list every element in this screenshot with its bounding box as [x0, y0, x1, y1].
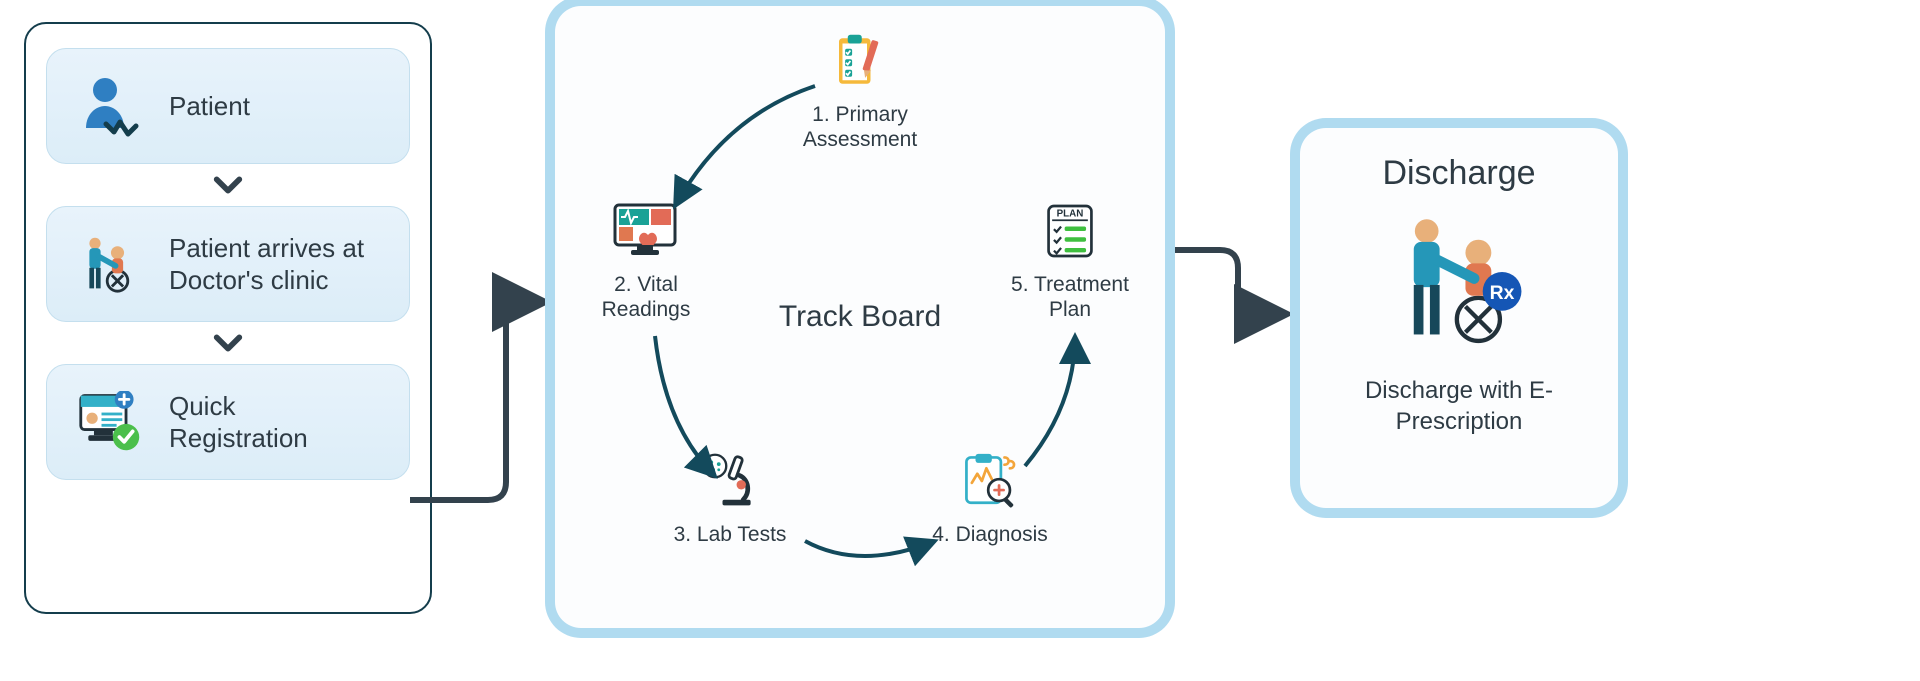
card-registration-label: Quick Registration	[169, 390, 381, 455]
wheelchair-icon	[75, 229, 145, 299]
node-label-1: 1. Primary Assessment	[785, 102, 935, 152]
track-board-title: Track Board	[779, 300, 941, 334]
node-label-4: 4. Diagnosis	[915, 522, 1065, 547]
arrow-down-2	[46, 322, 410, 364]
vitals-monitor-icon	[571, 196, 721, 266]
discharge-icon: Rx	[1394, 211, 1524, 361]
patient-intake-panel: Patient Patient arrives at Doctor's clin…	[24, 22, 432, 614]
node-treatment-plan: PLAN 5. Treatment Plan	[995, 196, 1145, 322]
node-diagnosis: 4. Diagnosis	[915, 446, 1065, 547]
node-label-5: 5. Treatment Plan	[995, 272, 1145, 322]
node-label-3: 3. Lab Tests	[655, 522, 805, 547]
svg-text:Rx: Rx	[1490, 282, 1515, 304]
svg-text:PLAN: PLAN	[1057, 209, 1084, 220]
card-registration: Quick Registration	[46, 364, 410, 480]
arrow-down-1	[46, 164, 410, 206]
clipboard-checklist-icon	[785, 26, 935, 96]
card-arrives: Patient arrives at Doctor's clinic	[46, 206, 410, 322]
node-label-2: 2. Vital Readings	[571, 272, 721, 322]
discharge-subtitle: Discharge with E- Prescription	[1322, 375, 1596, 437]
node-primary-assessment: 1. Primary Assessment	[785, 26, 935, 152]
discharge-panel: Discharge Rx Discharge with E- Prescript…	[1300, 128, 1618, 508]
registration-icon	[75, 387, 145, 457]
track-board-panel: Track Board 1. Primary Assessment	[555, 6, 1165, 628]
card-patient: Patient	[46, 48, 410, 164]
card-arrives-label: Patient arrives at Doctor's clinic	[169, 232, 381, 297]
patient-icon	[75, 71, 145, 141]
node-vital-readings: 2. Vital Readings	[571, 196, 721, 322]
diagnosis-icon	[915, 446, 1065, 516]
node-lab-tests: 3. Lab Tests	[655, 446, 805, 547]
discharge-title: Discharge	[1382, 154, 1535, 193]
card-patient-label: Patient	[169, 90, 250, 123]
plan-icon: PLAN	[995, 196, 1145, 266]
microscope-icon	[655, 446, 805, 516]
